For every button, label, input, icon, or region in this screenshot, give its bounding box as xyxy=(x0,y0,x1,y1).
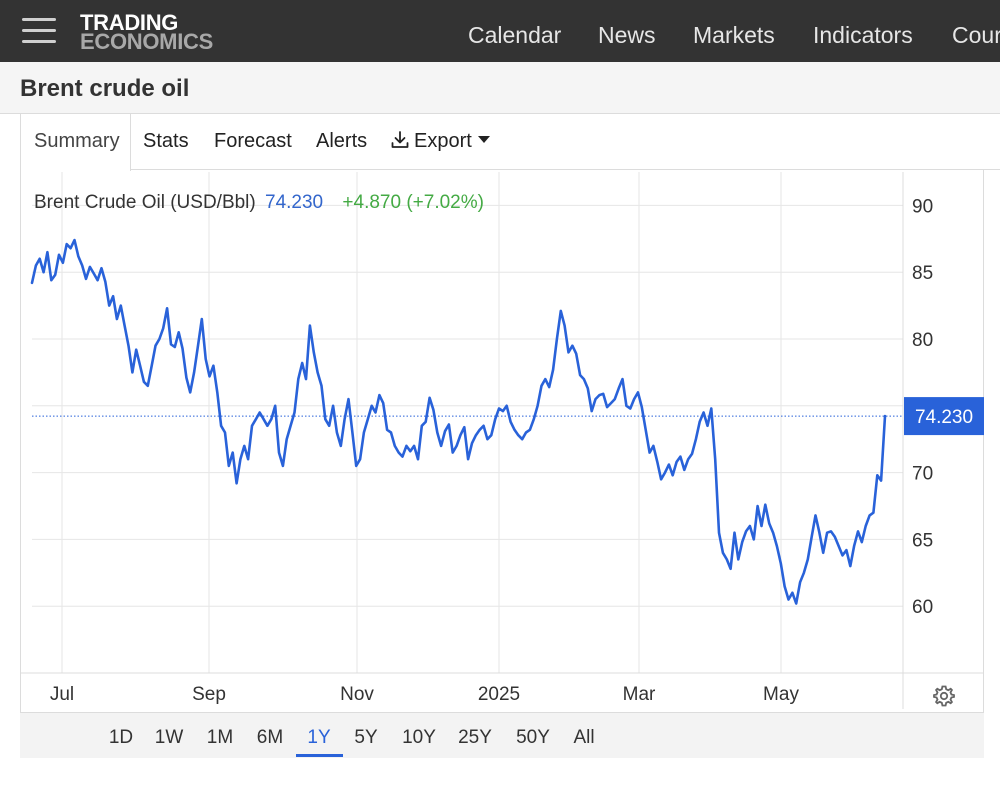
range-selector: 1D 1W 1M 6M 1Y 5Y 10Y 25Y 50Y All xyxy=(20,712,984,758)
legend-change: +4.870 (+7.02%) xyxy=(342,192,484,213)
range-10y-button[interactable]: 10Y xyxy=(399,727,439,749)
x-tick-label: 2025 xyxy=(478,684,520,705)
range-1d-button[interactable]: 1D xyxy=(106,727,136,749)
chart-series xyxy=(30,238,887,605)
range-all-button[interactable]: All xyxy=(571,727,597,749)
range-5y-button[interactable]: 5Y xyxy=(351,727,381,749)
y-tick-label: 65 xyxy=(912,530,933,551)
y-tick-label: 60 xyxy=(912,597,933,618)
chart-grid xyxy=(20,172,984,709)
y-tick-label: 90 xyxy=(912,196,933,217)
last-value-tag-label: 74.230 xyxy=(915,407,973,428)
gear-icon[interactable] xyxy=(932,684,956,708)
range-6m-button[interactable]: 6M xyxy=(254,727,286,749)
price-series-line xyxy=(30,238,887,605)
legend-series-name: Brent Crude Oil (USD/Bbl) xyxy=(34,192,256,213)
x-tick-label: Sep xyxy=(192,684,226,705)
x-tick-label: Mar xyxy=(623,684,656,705)
y-tick-label: 80 xyxy=(912,330,933,351)
price-chart[interactable]: 60657075808590JulSepNov2025MarMay 74.230 xyxy=(0,0,1000,720)
range-1m-button[interactable]: 1M xyxy=(203,727,237,749)
y-tick-label: 70 xyxy=(912,464,933,485)
x-tick-label: May xyxy=(763,684,799,705)
range-1y-button[interactable]: 1Y xyxy=(304,727,334,749)
range-selected-indicator xyxy=(296,754,343,757)
y-tick-label: 85 xyxy=(912,263,933,284)
range-50y-button[interactable]: 50Y xyxy=(513,727,553,749)
range-1w-button[interactable]: 1W xyxy=(152,727,186,749)
x-tick-label: Nov xyxy=(340,684,374,705)
chart-last-value: 74.230 xyxy=(32,397,984,436)
x-tick-label: Jul xyxy=(50,684,74,705)
range-25y-button[interactable]: 25Y xyxy=(455,727,495,749)
legend-last-value: 74.230 xyxy=(265,192,324,213)
chart-legend: Brent Crude Oil (USD/Bbl) 74.230 +4.870 … xyxy=(34,192,484,214)
